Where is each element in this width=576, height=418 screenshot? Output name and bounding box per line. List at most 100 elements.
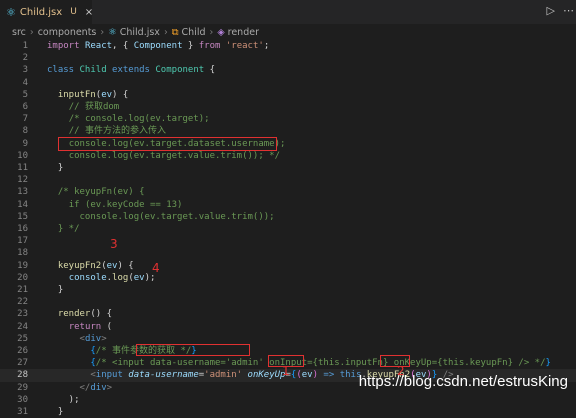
- code-editor[interactable]: 1 import React, { Component } from 'react…: [0, 40, 576, 417]
- code-line[interactable]: 16 } */: [0, 223, 576, 235]
- breadcrumb: src › components › ⚛ Child.jsx › ⧉ Child…: [0, 24, 576, 40]
- code-line[interactable]: 12: [0, 174, 576, 186]
- code-line[interactable]: 7 /* console.log(ev.target);: [0, 113, 576, 125]
- line-number: 16: [17, 224, 28, 234]
- line-number: 22: [17, 297, 28, 308]
- code-line[interactable]: 23 render() {: [0, 308, 576, 320]
- code-text: }: [47, 163, 64, 173]
- code-text: // 事件方法的参入传入: [68, 126, 166, 137]
- code-text: <div>: [79, 333, 107, 344]
- breadcrumb-src[interactable]: src: [12, 27, 26, 38]
- code-text: }: [47, 407, 64, 417]
- code-line[interactable]: 4: [0, 77, 576, 89]
- tab-bar: ⚛ Child.jsx U × ▷ ⋯: [0, 0, 576, 24]
- code-text: console.log(ev.target.value.trim());: [79, 211, 275, 222]
- code-line[interactable]: 17: [0, 235, 576, 247]
- code-text: } */: [57, 224, 80, 234]
- code-line[interactable]: 15 console.log(ev.target.value.trim());: [0, 211, 576, 223]
- code-line[interactable]: 24 return (: [0, 321, 576, 333]
- line-number: 31: [17, 407, 28, 417]
- code-text: class Child extends Component {: [47, 65, 216, 76]
- react-icon: ⚛: [108, 26, 117, 38]
- breadcrumb-components[interactable]: components: [38, 27, 97, 38]
- line-number: 25: [17, 333, 28, 344]
- line-number: 8: [22, 126, 28, 137]
- code-text: }: [47, 285, 64, 295]
- annotation-1: 1: [282, 364, 290, 378]
- watermark: https://blog.csdn.net/estrusKing: [358, 373, 568, 390]
- code-text: /* console.log(ev.target);: [68, 114, 210, 125]
- code-line[interactable]: 8 // 事件方法的参入传入: [0, 125, 576, 137]
- line-number: 3: [22, 65, 28, 76]
- code-text: inputFn(ev) {: [57, 89, 129, 100]
- code-line[interactable]: 14 if (ev.keyCode == 13): [0, 199, 576, 211]
- line-number: 17: [17, 236, 28, 247]
- code-text: );: [47, 394, 80, 405]
- highlight-box-console-log: [58, 137, 277, 151]
- code-line[interactable]: 22: [0, 296, 576, 308]
- editor-actions: ▷ ⋯: [547, 4, 574, 17]
- breadcrumb-method[interactable]: render: [228, 27, 259, 38]
- line-number: 27: [17, 358, 28, 369]
- line-number: 20: [17, 272, 28, 283]
- line-number: 2: [22, 53, 28, 64]
- code-line[interactable]: 19 keyupFn2(ev) {: [0, 260, 576, 272]
- annotation-3: 3: [110, 237, 118, 251]
- run-icon[interactable]: ▷: [547, 4, 555, 17]
- highlight-box-call-param: [380, 355, 410, 367]
- code-line[interactable]: 5 inputFn(ev) {: [0, 89, 576, 101]
- code-line[interactable]: 30 );: [0, 394, 576, 406]
- chevron-right-icon: ›: [209, 26, 214, 38]
- code-line[interactable]: 10 console.log(ev.target.value.trim()); …: [0, 150, 576, 162]
- line-number: 28: [17, 370, 28, 381]
- line-number: 9: [22, 138, 28, 149]
- untracked-badge: U: [70, 7, 77, 17]
- tab-child-jsx[interactable]: ⚛ Child.jsx U ×: [0, 0, 93, 24]
- chevron-right-icon: ›: [163, 26, 168, 38]
- line-number: 10: [17, 150, 28, 161]
- tab-label: Child.jsx: [19, 6, 63, 18]
- code-text: return (: [68, 321, 113, 332]
- line-number: 26: [17, 346, 28, 356]
- line-number: 4: [22, 77, 28, 88]
- code-line[interactable]: 18: [0, 247, 576, 259]
- code-line[interactable]: 13 /* keyupFn(ev) {: [0, 186, 576, 198]
- line-number: 21: [17, 285, 28, 295]
- code-text: if (ev.keyCode == 13): [68, 199, 183, 210]
- line-number: 11: [17, 163, 28, 173]
- react-icon: ⚛: [6, 5, 16, 19]
- code-text: /* keyupFn(ev) {: [57, 187, 145, 198]
- line-number: 7: [22, 114, 28, 125]
- code-line[interactable]: 11 }: [0, 162, 576, 174]
- code-text: keyupFn2(ev) {: [57, 260, 134, 271]
- chevron-right-icon: ›: [100, 26, 105, 38]
- line-number: 18: [17, 248, 28, 259]
- code-line[interactable]: 3 class Child extends Component {: [0, 64, 576, 76]
- code-line[interactable]: 2: [0, 52, 576, 64]
- code-line[interactable]: 21 }: [0, 284, 576, 296]
- class-icon: ⧉: [171, 26, 179, 38]
- code-line[interactable]: 6 // 获取dom: [0, 101, 576, 113]
- code-text: render() {: [57, 309, 113, 320]
- line-number: 5: [22, 89, 28, 100]
- code-text: </div>: [79, 382, 113, 393]
- code-text: console.log(ev.target.value.trim()); */: [68, 150, 281, 161]
- line-number: 15: [17, 211, 28, 222]
- breadcrumb-file[interactable]: Child.jsx: [120, 27, 160, 38]
- line-number: 6: [22, 102, 28, 112]
- code-line[interactable]: 31 }: [0, 406, 576, 418]
- line-number: 14: [17, 199, 28, 210]
- chevron-right-icon: ›: [29, 26, 34, 38]
- more-actions-icon[interactable]: ⋯: [563, 4, 574, 17]
- line-number: 29: [17, 382, 28, 393]
- line-number: 12: [17, 175, 28, 186]
- breadcrumb-class[interactable]: Child: [182, 27, 206, 38]
- code-line[interactable]: 20 console.log(ev);: [0, 272, 576, 284]
- code-text: // 获取dom: [68, 102, 120, 112]
- code-line[interactable]: 1 import React, { Component } from 'react…: [0, 40, 576, 52]
- code-line[interactable]: 25 <div>: [0, 333, 576, 345]
- close-icon[interactable]: ×: [85, 7, 93, 18]
- line-number: 24: [17, 321, 28, 332]
- line-number: 19: [17, 260, 28, 271]
- code-text: import React, { Component } from 'react'…: [47, 41, 270, 51]
